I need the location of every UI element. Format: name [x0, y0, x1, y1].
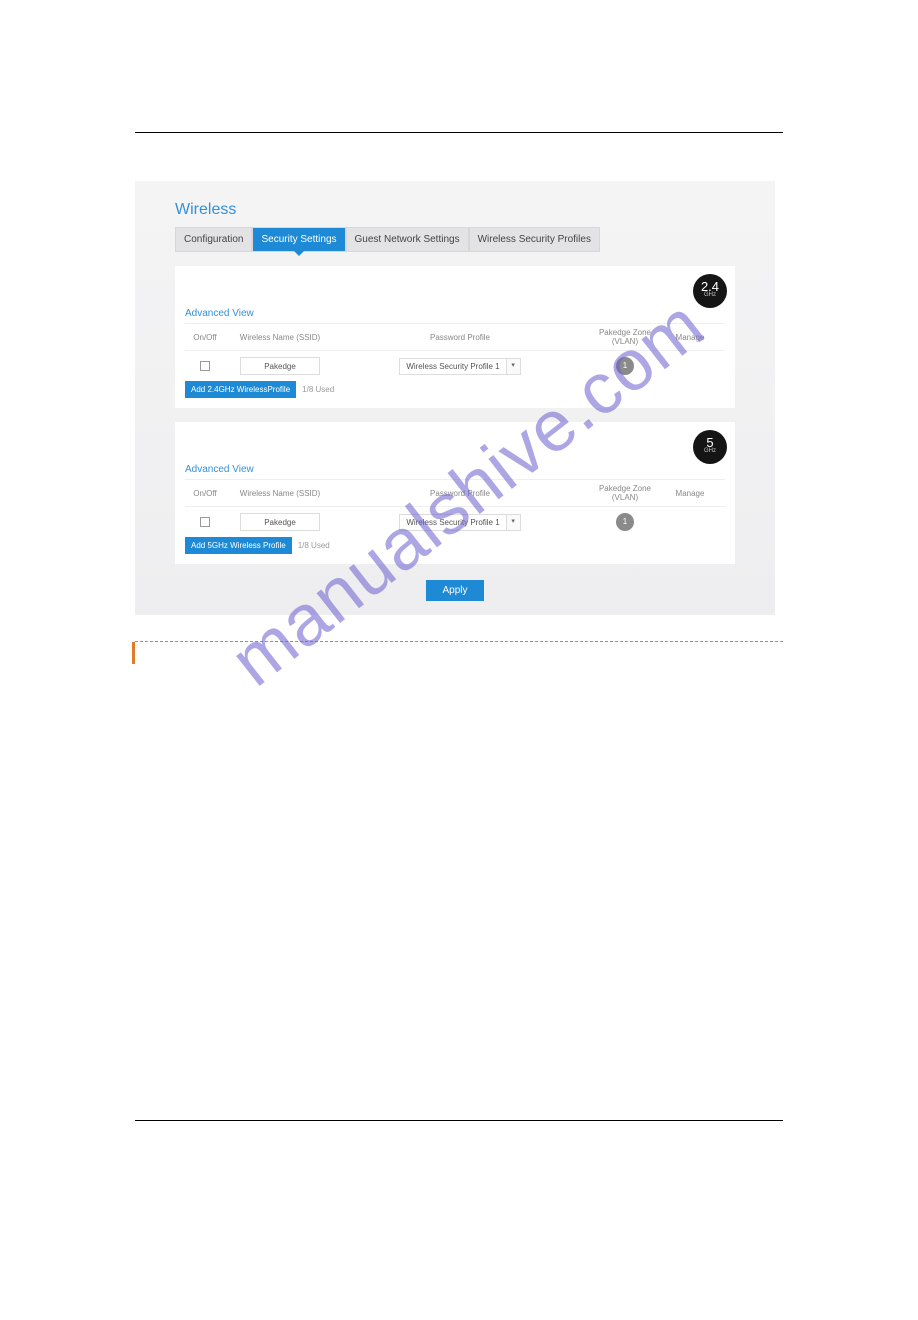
page-title: Wireless [175, 201, 735, 219]
col-onoff: On/Off [185, 333, 225, 342]
used-count: 1/8 Used [298, 541, 330, 550]
col-vlan: Pakedge Zone (VLAN) [585, 484, 665, 502]
band-badge-5: 5 GHz [693, 430, 727, 464]
annotation-divider [135, 641, 783, 642]
col-profile: Password Profile [335, 333, 585, 342]
col-ssid: Wireless Name (SSID) [225, 333, 335, 342]
top-horizontal-rule [135, 132, 783, 133]
chevron-down-icon[interactable]: ▾ [507, 514, 521, 531]
wireless-settings-screenshot: Wireless Configuration Security Settings… [135, 181, 775, 615]
tab-security-settings[interactable]: Security Settings [252, 227, 345, 252]
panel-5ghz: 5 GHz Advanced View On/Off Wireless Name… [175, 422, 735, 564]
col-manage: Manage [665, 333, 715, 342]
bottom-horizontal-rule [135, 1120, 783, 1121]
col-profile: Password Profile [335, 489, 585, 498]
advanced-view-link[interactable]: Advanced View [185, 308, 725, 319]
onoff-checkbox[interactable] [200, 361, 210, 371]
table-row: Wireless Security Profile 1 ▾ 1 [185, 351, 725, 381]
annotation-mark [132, 642, 135, 664]
col-onoff: On/Off [185, 489, 225, 498]
tab-guest-network-settings[interactable]: Guest Network Settings [346, 227, 469, 252]
advanced-view-link[interactable]: Advanced View [185, 464, 725, 475]
tab-wireless-security-profiles[interactable]: Wireless Security Profiles [469, 227, 600, 252]
profile-select-value[interactable]: Wireless Security Profile 1 [399, 514, 506, 531]
col-ssid: Wireless Name (SSID) [225, 489, 335, 498]
add-24ghz-profile-button[interactable]: Add 2.4GHz WirelessProfile [185, 381, 296, 398]
vlan-badge: 1 [616, 513, 634, 531]
column-headers: On/Off Wireless Name (SSID) Password Pro… [185, 479, 725, 507]
column-headers: On/Off Wireless Name (SSID) Password Pro… [185, 323, 725, 351]
table-row: Wireless Security Profile 1 ▾ 1 [185, 507, 725, 537]
onoff-checkbox[interactable] [200, 517, 210, 527]
panel-24ghz: 2.4 GHz Advanced View On/Off Wireless Na… [175, 266, 735, 408]
tab-configuration[interactable]: Configuration [175, 227, 252, 252]
band-badge-sub: GHz [693, 448, 727, 454]
add-5ghz-profile-button[interactable]: Add 5GHz Wireless Profile [185, 537, 292, 554]
profile-select-value[interactable]: Wireless Security Profile 1 [399, 358, 506, 375]
tab-bar: Configuration Security Settings Guest Ne… [175, 227, 735, 252]
ssid-input[interactable] [240, 357, 320, 375]
col-manage: Manage [665, 489, 715, 498]
band-badge-sub: GHz [693, 292, 727, 298]
used-count: 1/8 Used [302, 385, 334, 394]
col-vlan: Pakedge Zone (VLAN) [585, 328, 665, 346]
band-badge-24: 2.4 GHz [693, 274, 727, 308]
chevron-down-icon[interactable]: ▾ [507, 358, 521, 375]
vlan-badge: 1 [616, 357, 634, 375]
apply-button[interactable]: Apply [426, 580, 483, 601]
ssid-input[interactable] [240, 513, 320, 531]
